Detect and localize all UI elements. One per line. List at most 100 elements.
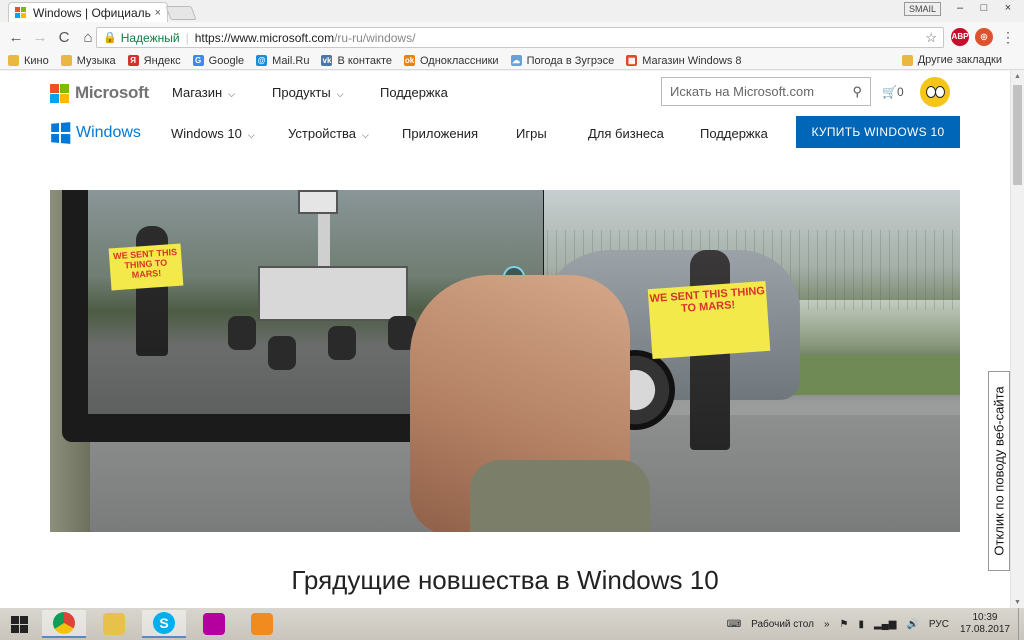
vk-icon: vk	[321, 55, 333, 66]
subnav-label: Приложения	[402, 126, 479, 141]
taskbar-chrome[interactable]	[42, 610, 86, 638]
tray-expand-icon[interactable]: »	[824, 619, 830, 630]
back-button[interactable]: ←	[6, 29, 26, 46]
rover-head	[298, 190, 338, 214]
forward-button[interactable]: →	[30, 29, 50, 46]
clock[interactable]: 10:39 17.08.2017	[960, 612, 1010, 636]
cart-button[interactable]: 🛒0	[882, 85, 904, 99]
folder-icon	[8, 55, 19, 66]
bookmark-mailru[interactable]: @ Mail.Ru	[256, 55, 309, 67]
chevron-down-icon: ⌵	[247, 130, 255, 140]
scroll-down-icon[interactable]: ▼	[1014, 599, 1021, 606]
avatar[interactable]	[920, 77, 950, 107]
browser-menu-icon[interactable]: ⋮	[1001, 29, 1015, 46]
url-host: https://www.microsoft.com	[194, 30, 335, 45]
bookmark-weather[interactable]: ☁ Погода в Зугрэсе	[510, 54, 615, 67]
browser-tab[interactable]: Windows | Официальны ×	[8, 2, 168, 22]
minimize-button[interactable]: –	[948, 0, 972, 16]
show-desktop-button[interactable]	[1018, 608, 1024, 640]
rover-wheel	[328, 326, 356, 360]
windows-subnav: Windows Windows 10 ⌵ Устройства ⌵ Приложен…	[0, 113, 1010, 155]
bookmark-ok[interactable]: ok Одноклассники	[403, 55, 499, 67]
search-icon[interactable]: ⚲	[852, 84, 862, 100]
reload-button[interactable]: C	[54, 29, 74, 46]
bookmark-google[interactable]: G Google	[192, 55, 244, 67]
scroll-thumb[interactable]	[1013, 85, 1022, 185]
flag-icon[interactable]: ⚑	[840, 619, 849, 630]
subnav-devices[interactable]: Устройства ⌵	[288, 126, 369, 141]
hero-image[interactable]: WE SENT THIS THING TO MARS! WE SENT THIS…	[50, 190, 960, 532]
mailru-icon: @	[256, 55, 268, 66]
bookmark-vk[interactable]: vk В контакте	[321, 55, 392, 67]
adblock-extension-icon[interactable]: ABP	[951, 28, 969, 46]
bookmark-star-icon[interactable]: ☆	[925, 30, 937, 46]
taskbar-media-player[interactable]	[240, 610, 284, 638]
bookmark-label: Яндекс	[143, 54, 181, 67]
subnav-games[interactable]: Игры	[516, 126, 547, 141]
bookmark-label: В контакте	[337, 54, 392, 67]
language-indicator[interactable]: РУС	[929, 619, 949, 630]
buy-windows-button[interactable]: КУПИТЬ WINDOWS 10	[796, 116, 960, 148]
subnav-label: Для бизнеса	[588, 126, 664, 141]
subnav-business[interactable]: Для бизнеса	[588, 126, 664, 141]
windows-logo-icon	[51, 122, 71, 144]
nav-support[interactable]: Поддержка	[380, 85, 448, 100]
nav-products[interactable]: Продукты ⌵	[272, 85, 344, 100]
microsoft-favicon-icon	[15, 6, 27, 19]
taskbar-file-explorer[interactable]	[92, 610, 136, 638]
new-tab-button[interactable]	[165, 6, 197, 20]
rover-wheel	[228, 316, 256, 350]
taskbar: S ⌨ Рабочий стол » ⚑ ▮ ▂▄▆ 🔊 РУС 10:39 1…	[0, 608, 1024, 640]
nav-label: Магазин	[172, 85, 223, 100]
divider: |	[185, 30, 189, 45]
bookmark-label: Погода в Зугрэсе	[526, 54, 615, 67]
feedback-button[interactable]: Отклик по поводу веб-сайта	[988, 371, 1010, 571]
taskbar-skype[interactable]: S	[142, 610, 186, 638]
bookmark-other[interactable]: Другие закладки	[901, 54, 1002, 66]
clock-time: 10:39	[972, 612, 998, 623]
profile-badge[interactable]: SMAIL	[904, 2, 942, 16]
battery-icon[interactable]: ▮	[858, 619, 864, 630]
bookmark-kino[interactable]: Кино	[8, 55, 49, 67]
scroll-up-icon[interactable]: ▲	[1014, 73, 1021, 80]
keyboard-icon[interactable]: ⌨	[727, 619, 741, 630]
bookmark-windows-store[interactable]: ▦ Магазин Windows 8	[626, 55, 742, 67]
nav-label: Поддержка	[380, 85, 448, 100]
maximize-button[interactable]: □	[972, 0, 996, 16]
close-window-button[interactable]: ×	[996, 0, 1020, 16]
microsoft-logo[interactable]: Microsoft	[50, 83, 149, 103]
cart-count: 0	[896, 85, 904, 99]
subnav-support[interactable]: Поддержка	[700, 126, 768, 141]
start-button[interactable]	[0, 608, 38, 640]
windows-store-icon: ▦	[626, 55, 638, 66]
windows-wordmark: Windows	[76, 124, 141, 141]
extension-icon[interactable]: ◎	[975, 28, 993, 46]
home-button[interactable]: ⌂	[78, 29, 98, 46]
tab-title: Windows | Официальны	[33, 5, 151, 20]
taskbar-camera[interactable]	[192, 610, 236, 638]
search-placeholder: Искать на Microsoft.com	[670, 84, 815, 99]
search-input[interactable]: Искать на Microsoft.com ⚲	[661, 77, 871, 106]
bookmark-label: Mail.Ru	[272, 54, 310, 67]
hero-sign-right: WE SENT THIS THING TO MARS!	[647, 280, 771, 360]
network-signal-icon[interactable]: ▂▄▆	[874, 619, 896, 630]
window-controls: – □ ×	[948, 0, 1020, 16]
bookmark-label: Музыка	[76, 54, 116, 67]
ok-icon: ok	[403, 55, 415, 66]
skype-icon: S	[153, 612, 175, 634]
windows-logo[interactable]: Windows	[50, 122, 141, 144]
address-bar[interactable]: 🔒 Надежный | https://www.microsoft.com /…	[96, 27, 944, 48]
subnav-windows10[interactable]: Windows 10 ⌵	[171, 126, 255, 141]
browser-titlebar: Windows | Официальны × SMAIL – □ ×	[0, 0, 1024, 22]
folder-icon	[901, 54, 913, 66]
tab-close-icon[interactable]: ×	[155, 7, 161, 19]
volume-icon[interactable]: 🔊	[906, 619, 918, 630]
nav-store[interactable]: Магазин ⌵	[172, 85, 235, 100]
desktop-label[interactable]: Рабочий стол	[751, 619, 814, 630]
subnav-apps[interactable]: Приложения	[402, 126, 478, 141]
bookmark-yandex[interactable]: Я Яндекс	[127, 54, 181, 67]
page-scrollbar[interactable]: ▲ ▼	[1010, 71, 1024, 608]
hero-sign-left: WE SENT THIS THING TO MARS!	[108, 243, 184, 291]
microsoft-header: Microsoft Магазин ⌵ Продукты ⌵ Поддержка И…	[0, 71, 1010, 113]
bookmark-music[interactable]: Музыка	[60, 54, 116, 67]
